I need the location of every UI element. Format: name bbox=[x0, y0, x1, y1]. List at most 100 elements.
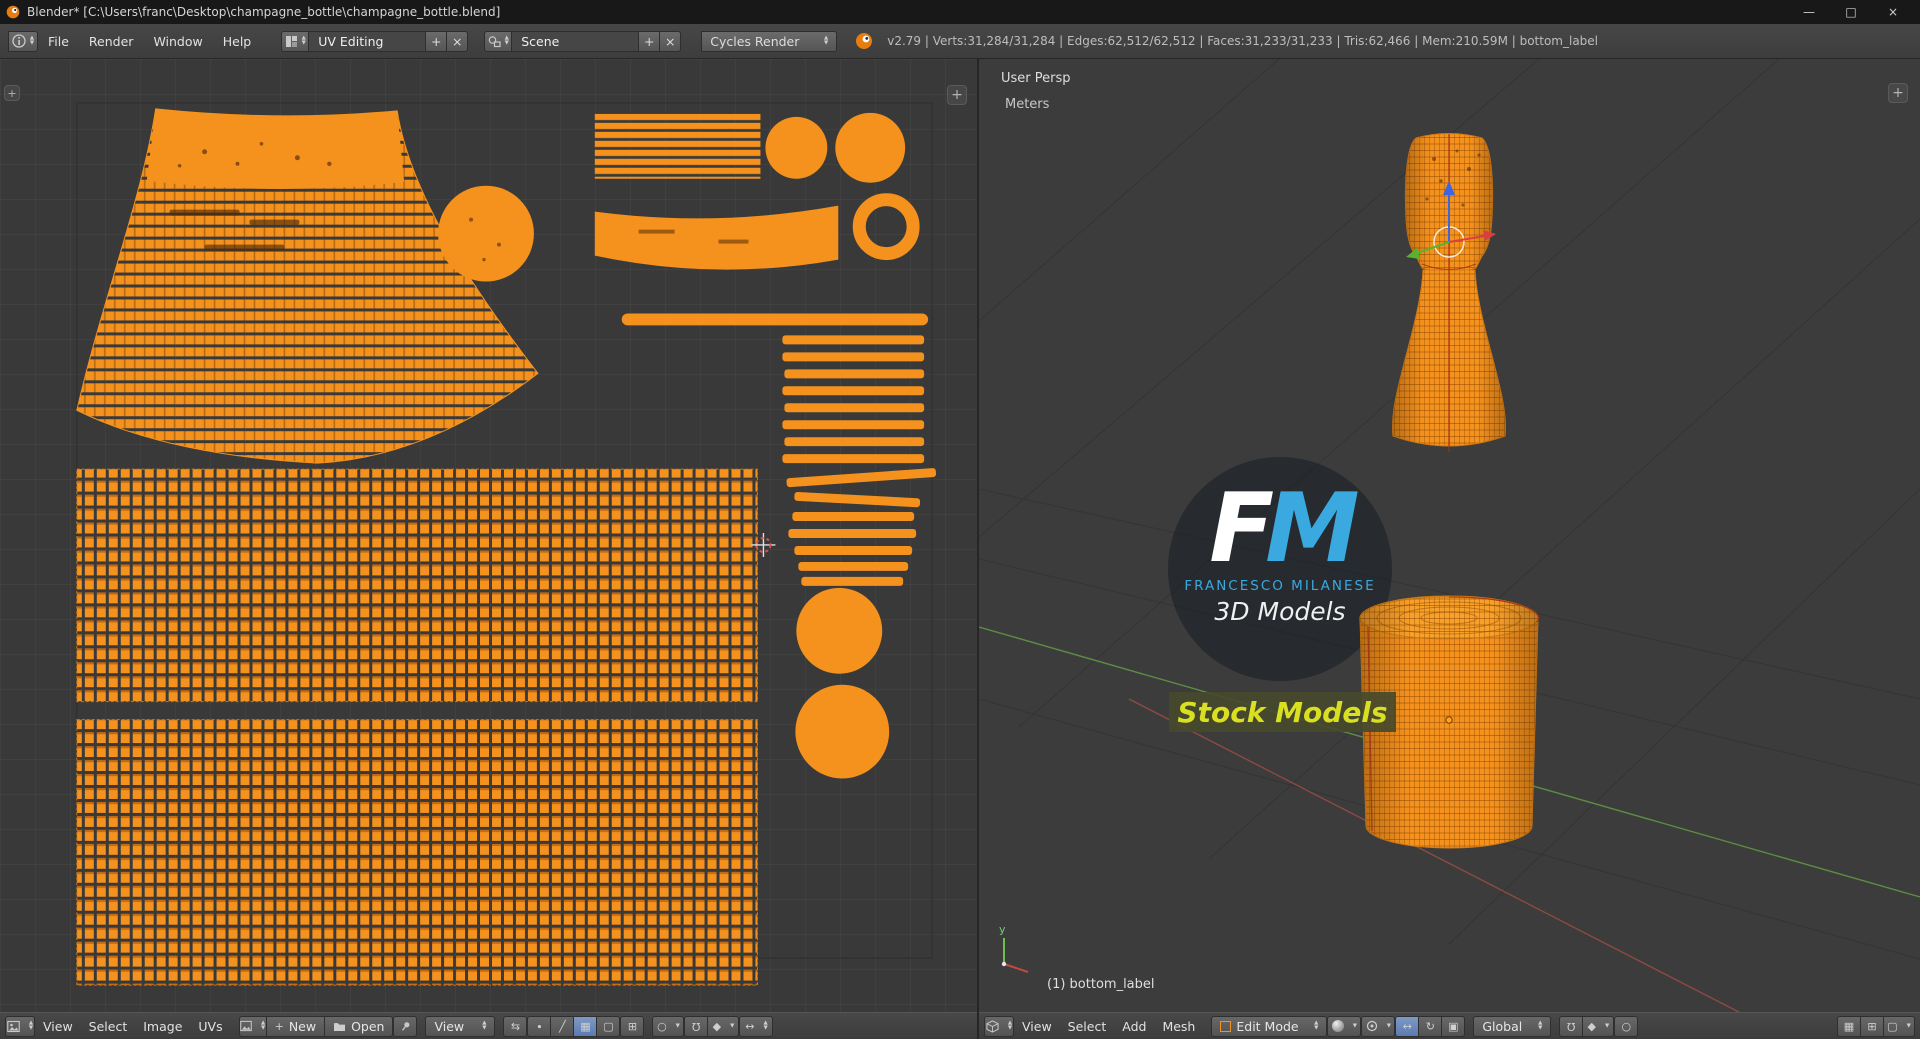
stepper-down-icon: ▼ bbox=[1538, 1025, 1543, 1031]
stepper-down-icon: ▼ bbox=[1386, 1022, 1391, 1029]
plus-icon: + bbox=[274, 1019, 284, 1033]
menu-help[interactable]: Help bbox=[213, 24, 262, 59]
render-preview-button[interactable]: ▦ bbox=[1837, 1015, 1861, 1037]
viewport-properties-expand-button[interactable]: + bbox=[1888, 83, 1908, 103]
uv-island-bottle-body[interactable] bbox=[76, 108, 539, 464]
interaction-mode-dropdown[interactable]: Edit Mode ▲ ▼ bbox=[1211, 1015, 1328, 1037]
proportional-edit-dropdown[interactable]: ○ ▼ bbox=[652, 1015, 685, 1037]
uv-menu-uvs[interactable]: UVs bbox=[190, 1019, 230, 1034]
menu-window[interactable]: Window bbox=[143, 24, 212, 59]
uv-sync-selection-toggle[interactable]: ⇆ bbox=[503, 1015, 528, 1037]
workspace: + + ▲ ▼ View Select Image UVs ▲ ▼ + New … bbox=[0, 59, 1920, 1039]
uv-selection-mode-group: ∙ ╱ ▦ ▢ bbox=[527, 1015, 621, 1037]
snap-toggle[interactable]: Ω bbox=[684, 1015, 709, 1037]
scene-browse-button[interactable]: ▲ ▼ bbox=[484, 30, 513, 52]
scene-icon bbox=[488, 35, 501, 47]
stepper-down-icon: ▼ bbox=[1314, 1025, 1319, 1031]
add-scene-button[interactable]: + bbox=[638, 30, 661, 52]
close-button[interactable]: × bbox=[1872, 0, 1914, 24]
info-editor-type-button[interactable]: ▲ ▼ bbox=[8, 30, 38, 52]
v3d-menu-view[interactable]: View bbox=[1014, 1019, 1060, 1034]
scale-icon: ▣ bbox=[1448, 1019, 1459, 1033]
uv-transform-dropdown[interactable]: ↔ ▲ ▼ bbox=[739, 1015, 774, 1037]
add-screen-layout-button[interactable]: + bbox=[425, 30, 448, 52]
overflow-icon: ▢ bbox=[1887, 1019, 1898, 1033]
stepper-down-icon: ▼ bbox=[260, 1025, 266, 1031]
uv-editor-header: ▲ ▼ View Select Image UVs ▲ ▼ + New Open… bbox=[0, 1012, 977, 1039]
transform-orientation-dropdown[interactable]: Global ▲ ▼ bbox=[1473, 1015, 1552, 1037]
stepper-down-icon: ▼ bbox=[763, 1025, 768, 1031]
uv-menu-select[interactable]: Select bbox=[81, 1019, 136, 1034]
render-engine-dropdown[interactable]: Cycles Render ▲ ▼ bbox=[701, 30, 838, 52]
blender-app-icon bbox=[6, 5, 20, 19]
header-overflow-dropdown[interactable]: ▢ ▼ bbox=[1883, 1015, 1915, 1037]
pin-image-toggle[interactable] bbox=[393, 1015, 418, 1037]
uv-island-striped-label[interactable] bbox=[594, 113, 761, 179]
pivot-icon bbox=[1366, 1020, 1377, 1032]
select-mode-vertex-button[interactable]: ∙ bbox=[527, 1015, 552, 1037]
v3d-menu-mesh[interactable]: Mesh bbox=[1154, 1019, 1203, 1034]
uv-island-cap-circle[interactable] bbox=[438, 185, 534, 282]
snap-element-dropdown[interactable]: ◆ ▼ bbox=[707, 1015, 740, 1037]
minimize-button[interactable]: — bbox=[1788, 0, 1830, 24]
image-mode-dropdown[interactable]: View ▲ ▼ bbox=[425, 1015, 496, 1037]
screen-layout-name[interactable]: UV Editing bbox=[308, 30, 427, 52]
window-title: Blender* [C:\Users\franc\Desktop\champag… bbox=[27, 5, 501, 19]
uv-island-disc-1[interactable] bbox=[765, 116, 828, 179]
manipulator-scale-button[interactable]: ▣ bbox=[1441, 1015, 1466, 1037]
image-open-label: Open bbox=[351, 1018, 385, 1034]
image-open-button[interactable]: Open bbox=[324, 1015, 394, 1037]
pivot-point-dropdown[interactable]: ▼ bbox=[1361, 1015, 1396, 1037]
manipulator-rotate-button[interactable]: ↻ bbox=[1418, 1015, 1443, 1037]
v3d-snap-toggle[interactable]: Ω bbox=[1559, 1015, 1584, 1037]
uv-island-thin-bar[interactable] bbox=[621, 313, 929, 326]
v3d-render-group: ▦ ⊞ ▢ ▼ bbox=[1837, 1015, 1915, 1037]
proportional-edit-icon: ○ bbox=[657, 1019, 667, 1033]
v3d-menu-add[interactable]: Add bbox=[1114, 1019, 1154, 1034]
proportional-edit-toggle[interactable]: ○ bbox=[1614, 1015, 1639, 1037]
manipulator-mode-group: ↔ ↻ ▣ bbox=[1395, 1015, 1466, 1037]
scene-widget: ▲ ▼ Scene + × bbox=[484, 30, 682, 52]
uv-island-label-grid-top[interactable] bbox=[76, 468, 758, 703]
select-mode-face-button[interactable]: ▦ bbox=[573, 1015, 598, 1037]
screen-layout-browse-button[interactable]: ▲ ▼ bbox=[281, 30, 310, 52]
uv-editor-type-button[interactable]: ▲ ▼ bbox=[5, 1015, 35, 1037]
vertex-select-icon: ∙ bbox=[536, 1019, 543, 1033]
select-mode-island-button[interactable]: ▢ bbox=[596, 1015, 621, 1037]
uv-canvas[interactable]: + + bbox=[0, 59, 977, 1012]
layers-button[interactable]: ⊞ bbox=[1860, 1015, 1884, 1037]
viewport-3d-canvas[interactable]: FM FRANCESCO MILANESE 3D Models y Stock … bbox=[979, 59, 1920, 1012]
maximize-button[interactable]: □ bbox=[1830, 0, 1872, 24]
stepper-down-icon: ▼ bbox=[824, 40, 829, 46]
uv-menu-image[interactable]: Image bbox=[135, 1019, 190, 1034]
rotate-icon: ↻ bbox=[1425, 1019, 1435, 1033]
uv-toolbar-expand-button[interactable]: + bbox=[4, 85, 20, 101]
sync-select-icon: ⇆ bbox=[510, 1019, 521, 1033]
viewport-editor-type-button[interactable]: ▲ ▼ bbox=[984, 1015, 1014, 1037]
menu-file[interactable]: File bbox=[38, 24, 79, 59]
uv-island-label-grid-bottom[interactable] bbox=[76, 719, 758, 986]
delete-screen-layout-button[interactable]: × bbox=[446, 30, 469, 52]
image-mode-value: View bbox=[434, 1018, 465, 1034]
transform-orientation-value: Global bbox=[1482, 1018, 1523, 1034]
v3d-snap-element-dropdown[interactable]: ◆ ▼ bbox=[1582, 1015, 1615, 1037]
uv-island-disc-2[interactable] bbox=[835, 112, 906, 183]
manipulator-translate-button[interactable]: ↔ bbox=[1395, 1015, 1420, 1037]
image-new-button[interactable]: + New bbox=[265, 1015, 326, 1037]
scene-name[interactable]: Scene bbox=[511, 30, 640, 52]
uv-island-disc-4[interactable] bbox=[795, 684, 890, 779]
select-mode-edge-button[interactable]: ╱ bbox=[550, 1015, 575, 1037]
viewport-3d-header: ▲▼ View Select Add Mesh Edit Mode ▲▼ ▼ bbox=[979, 1012, 1920, 1039]
menu-render[interactable]: Render bbox=[79, 24, 144, 59]
uv-island-curved-band[interactable] bbox=[594, 205, 839, 270]
v3d-menu-select[interactable]: Select bbox=[1060, 1019, 1115, 1034]
image-browse-button[interactable]: ▲ ▼ bbox=[238, 1015, 267, 1037]
uv-island-strip-stack[interactable] bbox=[782, 335, 937, 586]
delete-scene-button[interactable]: × bbox=[659, 30, 682, 52]
uv-island-ring[interactable] bbox=[852, 193, 920, 261]
viewport-shading-dropdown[interactable]: ▼ bbox=[1327, 1015, 1362, 1037]
sticky-selection-dropdown[interactable]: ⊞ bbox=[620, 1015, 645, 1037]
uv-properties-expand-button[interactable]: + bbox=[947, 85, 967, 105]
uv-island-disc-3[interactable] bbox=[796, 587, 883, 674]
uv-menu-view[interactable]: View bbox=[35, 1019, 81, 1034]
